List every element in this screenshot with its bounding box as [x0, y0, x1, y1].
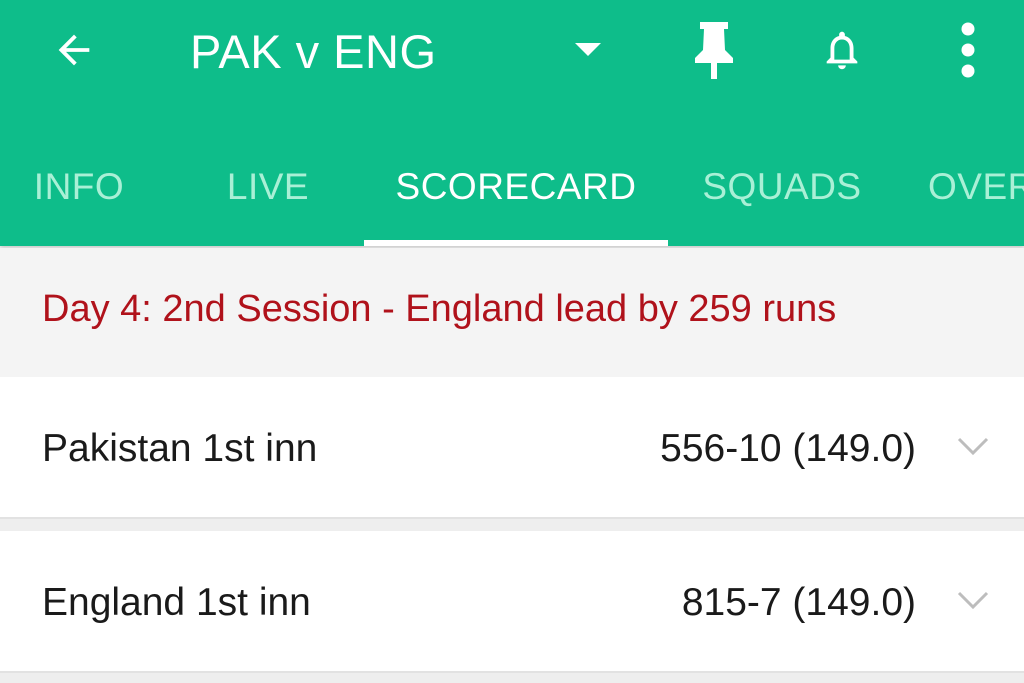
more-options-button[interactable]: [934, 16, 1002, 84]
innings-row-england[interactable]: England 1st inn 815-7 (149.0): [0, 531, 1024, 671]
back-button[interactable]: [40, 16, 108, 84]
more-vert-icon: [961, 22, 975, 78]
tab-scorecard[interactable]: SCORECARD: [364, 138, 668, 246]
tab-label: SCORECARD: [395, 166, 637, 207]
pin-button[interactable]: [680, 16, 748, 84]
tab-bar: INFO LIVE SCORECARD SQUADS OVER: [0, 138, 1024, 246]
tab-label: OVER: [928, 166, 1024, 207]
arrow-left-icon: [58, 34, 90, 66]
active-tab-indicator: [364, 240, 668, 246]
tab-overs[interactable]: OVER: [928, 138, 1024, 246]
innings-row-pakistan[interactable]: Pakistan 1st inn 556-10 (149.0): [0, 377, 1024, 517]
innings-name: England 1st inn: [42, 581, 311, 624]
chevron-down-icon[interactable]: [956, 589, 990, 613]
tab-squads[interactable]: SQUADS: [678, 138, 886, 246]
toolbar: PAK v ENG: [0, 0, 1024, 100]
chevron-down-icon[interactable]: [956, 435, 990, 459]
tab-label: LIVE: [226, 166, 310, 207]
caret-down-icon: [575, 43, 601, 56]
bell-icon: [826, 31, 858, 70]
row-divider: [0, 671, 1024, 683]
match-dropdown-button[interactable]: [554, 16, 622, 84]
pin-icon: [695, 22, 733, 79]
notifications-button[interactable]: [808, 16, 876, 84]
innings-score: 556-10 (149.0): [660, 427, 916, 470]
tab-label: SQUADS: [702, 166, 862, 207]
app-screen: PAK v ENG INFO LIVE SCORECARD SQUADS OVE…: [0, 0, 1024, 683]
innings-name: Pakistan 1st inn: [42, 427, 318, 470]
match-title[interactable]: PAK v ENG: [190, 22, 437, 82]
tab-label: INFO: [33, 166, 125, 207]
match-status-banner: Day 4: 2nd Session - England lead by 259…: [0, 248, 1024, 376]
app-bar: PAK v ENG INFO LIVE SCORECARD SQUADS OVE…: [0, 0, 1024, 246]
match-status-text: Day 4: 2nd Session - England lead by 259…: [42, 288, 837, 330]
tab-info[interactable]: INFO: [0, 138, 158, 246]
tab-live[interactable]: LIVE: [170, 138, 366, 246]
innings-score: 815-7 (149.0): [681, 581, 916, 624]
